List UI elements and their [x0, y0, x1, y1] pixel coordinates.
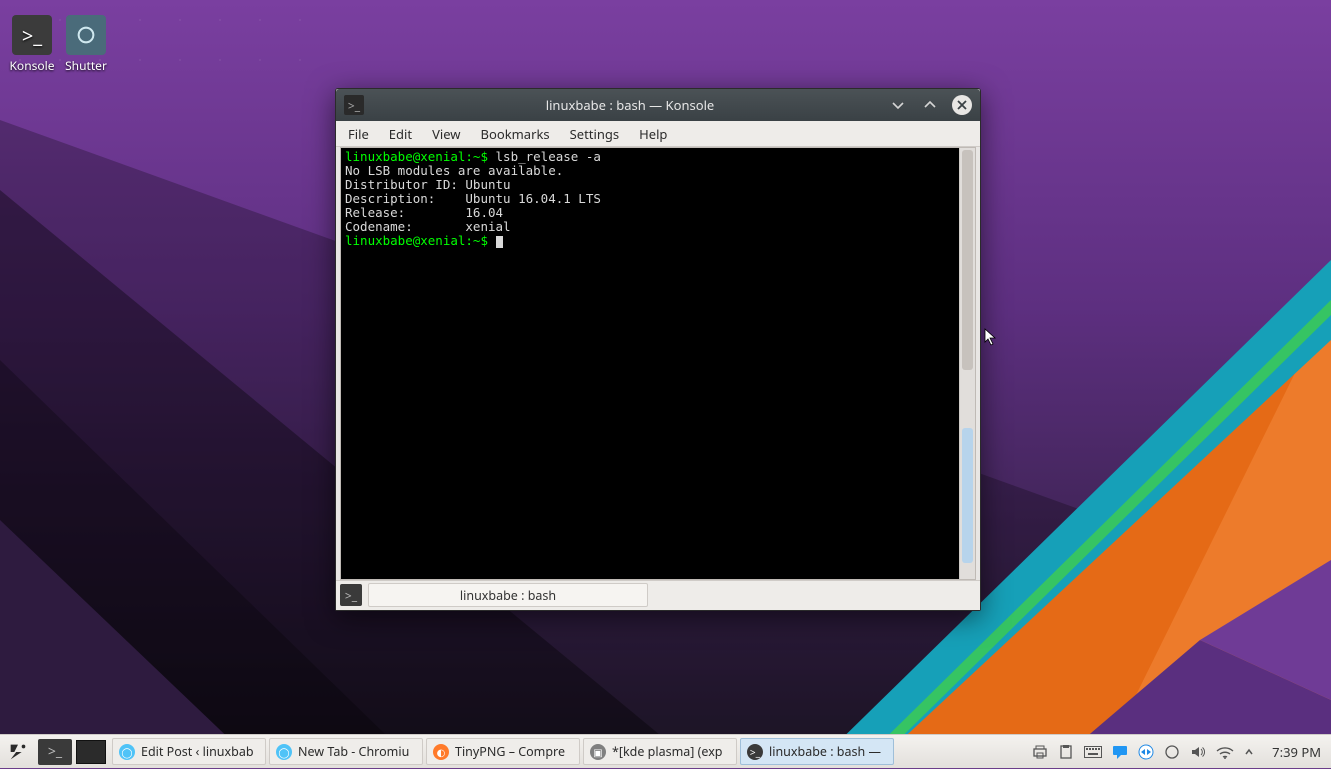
task-button[interactable]: ▣ *[kde plasma] (exp [583, 738, 737, 765]
terminal-prompt: linuxbabe@xenial:~$ [345, 149, 496, 164]
terminal-cursor [496, 236, 503, 248]
tabbar: >_ linuxbabe : bash [336, 580, 980, 610]
titlebar[interactable]: >_ linuxbabe : bash — Konsole [336, 89, 980, 121]
minimize-button[interactable] [888, 95, 908, 115]
quicklaunch-konsole[interactable]: >_ [38, 739, 72, 765]
menu-bookmarks[interactable]: Bookmarks [481, 125, 550, 143]
image-icon: ▣ [590, 744, 606, 760]
shutter-icon [66, 15, 106, 55]
menu-file[interactable]: File [348, 125, 369, 143]
panel-clock[interactable]: 7:39 PM [1262, 743, 1331, 761]
window-app-icon: >_ [344, 95, 364, 115]
terminal-line: No LSB modules are available. [345, 163, 563, 178]
application-launcher[interactable] [0, 735, 36, 769]
task-label: TinyPNG – Compre [455, 743, 565, 760]
task-button[interactable]: ◯ Edit Post ‹ linuxbab [112, 738, 266, 765]
mouse-cursor-icon [984, 328, 998, 351]
menu-edit[interactable]: Edit [389, 125, 412, 143]
window-title: linuxbabe : bash — Konsole [372, 96, 888, 114]
konsole-window: >_ linuxbabe : bash — Konsole File Edit … [335, 88, 981, 611]
terminal-command: lsb_release -a [496, 149, 601, 164]
terminal-icon: >_ [12, 15, 52, 55]
teamviewer-icon[interactable] [1138, 744, 1154, 760]
menu-help[interactable]: Help [639, 125, 667, 143]
task-label: linuxbabe : bash — [769, 743, 881, 760]
firefox-icon: ◐ [433, 744, 449, 760]
terminal-line: Distributor ID: Ubuntu [345, 177, 511, 192]
volume-icon[interactable] [1190, 744, 1206, 760]
menu-settings[interactable]: Settings [570, 125, 619, 143]
tab-active[interactable]: linuxbabe : bash [368, 583, 648, 607]
tray-expand-icon[interactable] [1244, 747, 1254, 757]
terminal-prompt: linuxbabe@xenial:~$ [345, 233, 496, 248]
chromium-icon: ◯ [119, 744, 135, 760]
virtual-desktop-pager[interactable] [76, 740, 106, 764]
clock-time: 7:39 PM [1272, 743, 1321, 761]
chromium-icon: ◯ [276, 744, 292, 760]
printer-icon[interactable] [1032, 744, 1048, 760]
terminal-scrollbar[interactable] [959, 148, 975, 579]
terminal-output[interactable]: linuxbabe@xenial:~$ lsb_release -a No LS… [341, 148, 959, 579]
chat-icon[interactable] [1112, 744, 1128, 760]
task-label: New Tab - Chromiu [298, 743, 409, 760]
task-button[interactable]: ◯ New Tab - Chromiu [269, 738, 423, 765]
task-label: Edit Post ‹ linuxbab [141, 743, 254, 760]
menubar: File Edit View Bookmarks Settings Help [336, 121, 980, 147]
system-tray [1024, 744, 1262, 760]
task-button[interactable]: >_ linuxbabe : bash — [740, 738, 894, 765]
terminal-line: Release: 16.04 [345, 205, 503, 220]
menu-view[interactable]: View [432, 125, 460, 143]
network-icon[interactable] [1216, 745, 1234, 759]
task-button[interactable]: ◐ TinyPNG – Compre [426, 738, 580, 765]
panel: >_ ◯ Edit Post ‹ linuxbab ◯ New Tab - Ch… [0, 734, 1331, 768]
swirl-icon[interactable] [1164, 744, 1180, 760]
terminal-line: Codename: xenial [345, 219, 511, 234]
task-label: *[kde plasma] (exp [612, 743, 723, 760]
terminal-line: Description: Ubuntu 16.04.1 LTS [345, 191, 601, 206]
scrollbar-thumb[interactable] [962, 150, 973, 370]
maximize-button[interactable] [920, 95, 940, 115]
clipboard-icon[interactable] [1058, 744, 1074, 760]
terminal-icon: >_ [747, 744, 763, 760]
tab-label: linuxbabe : bash [460, 587, 556, 604]
desktop-icon-konsole[interactable]: >_ Konsole [4, 15, 60, 74]
new-tab-button[interactable]: >_ [340, 584, 362, 606]
scrollbar-thumb[interactable] [962, 428, 973, 563]
close-button[interactable] [952, 95, 972, 115]
keyboard-icon[interactable] [1084, 746, 1102, 758]
desktop-icon-shutter[interactable]: Shutter [58, 15, 114, 74]
desktop-icon-label: Konsole [4, 57, 60, 74]
desktop-icon-label: Shutter [58, 57, 114, 74]
